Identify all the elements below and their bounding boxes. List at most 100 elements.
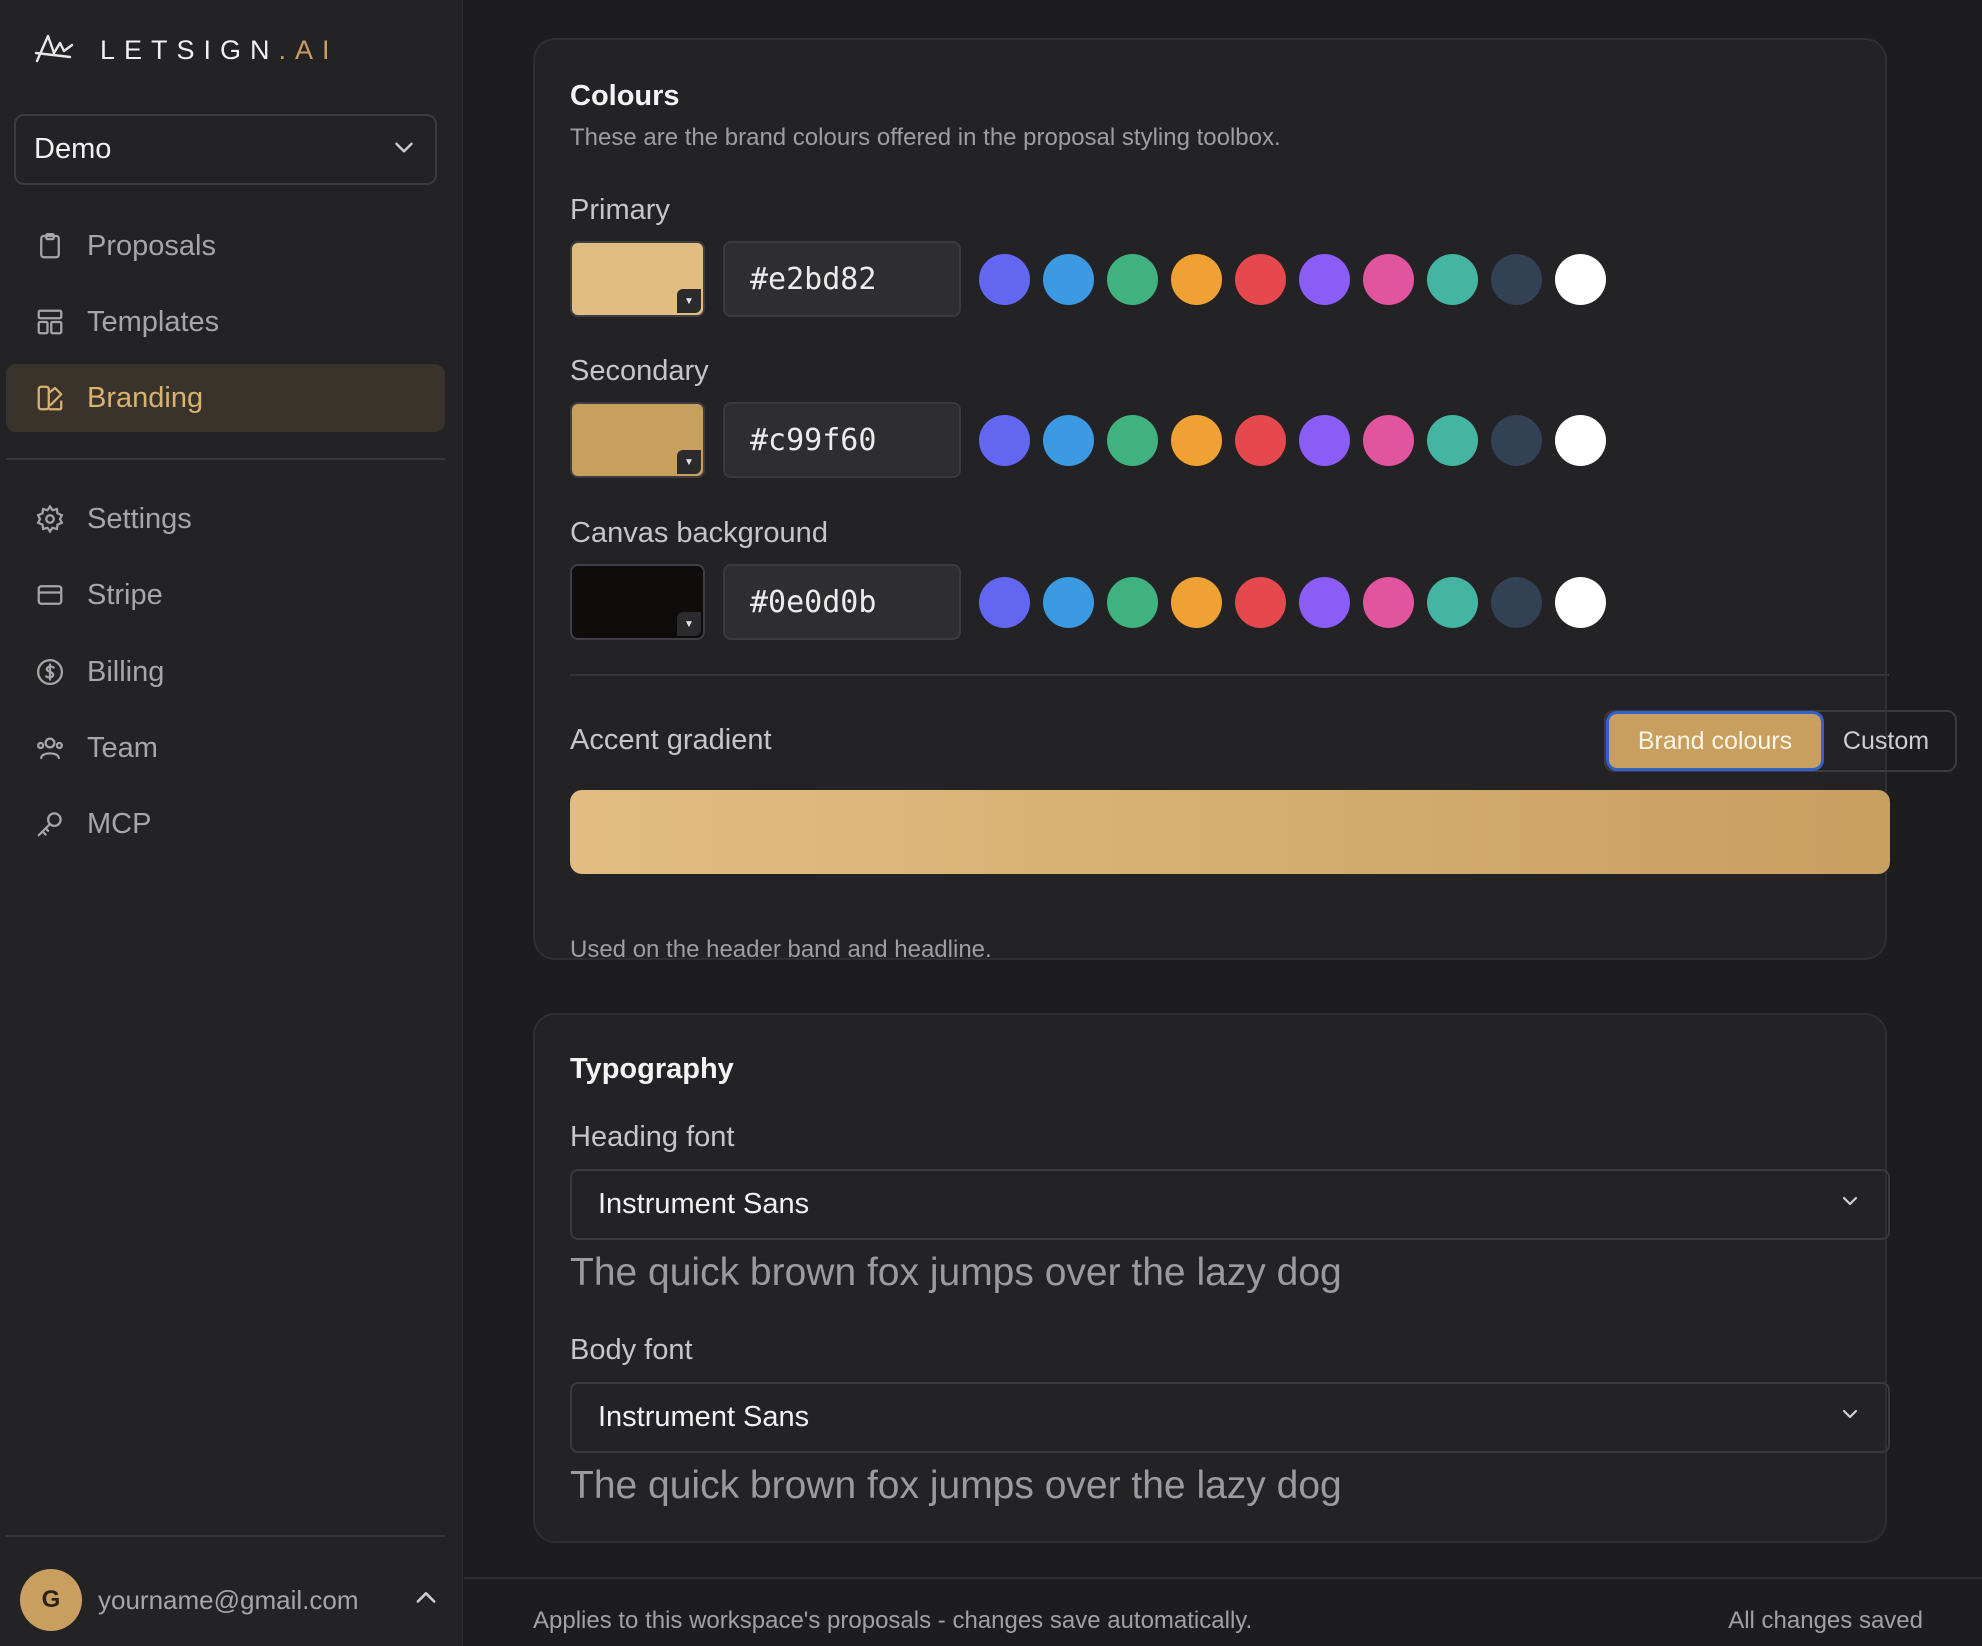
preset-colour-swatch[interactable] [979, 414, 1030, 466]
colours-title: Colours [570, 80, 680, 112]
preset-colour-swatch[interactable] [1235, 576, 1286, 628]
brand-colours-option[interactable]: Brand colours [1609, 714, 1821, 768]
secondary-label: Secondary [570, 355, 709, 387]
user-menu[interactable]: G yourname@gmail.com [20, 1568, 440, 1632]
accent-gradient-note: Used on the header band and headline. [570, 936, 992, 963]
preset-colour-swatch[interactable] [979, 253, 1030, 305]
avatar: G [20, 1569, 82, 1631]
primary-preset-swatches [979, 253, 1619, 305]
heading-font-preview: The quick brown fox jumps over the lazy … [570, 1251, 1342, 1294]
preset-colour-swatch[interactable] [1555, 253, 1606, 305]
preset-colour-swatch[interactable] [1107, 253, 1158, 305]
sidebar-item-label: Settings [87, 502, 192, 535]
chevron-up-icon [412, 1584, 440, 1617]
preset-colour-swatch[interactable] [1107, 414, 1158, 466]
divider [570, 674, 1889, 676]
palette-icon [33, 381, 67, 415]
preset-colour-swatch[interactable] [1043, 253, 1094, 305]
canvas-hex-input[interactable]: #0e0d0b [723, 564, 961, 640]
typography-title: Typography [570, 1053, 734, 1085]
gear-icon [33, 502, 67, 536]
preset-colour-swatch[interactable] [1299, 576, 1350, 628]
app: LETSIGN.AI Demo Proposals Templates Bran… [0, 0, 1982, 1646]
caret-down-icon: ▼ [677, 450, 701, 474]
accent-gradient-preview [570, 790, 1890, 874]
secondary-preset-swatches [979, 414, 1619, 466]
preset-colour-swatch[interactable] [979, 576, 1030, 628]
body-font-value: Instrument Sans [598, 1401, 810, 1433]
primary-colour-row: ▼ #e2bd82 [570, 241, 1619, 317]
footer-divider [464, 1577, 1982, 1579]
preset-colour-swatch[interactable] [1043, 576, 1094, 628]
sidebar: LETSIGN.AI Demo Proposals Templates Bran… [0, 0, 463, 1646]
workspace-select[interactable]: Demo [14, 114, 437, 185]
custom-option[interactable]: Custom [1821, 714, 1951, 768]
body-font-preview: The quick brown fox jumps over the lazy … [570, 1464, 1342, 1507]
accent-mode-toggle: Brand colours Custom [1604, 710, 1957, 772]
preset-colour-swatch[interactable] [1491, 253, 1542, 305]
logo[interactable]: LETSIGN.AI [34, 30, 339, 70]
preset-colour-swatch[interactable] [1491, 414, 1542, 466]
sidebar-item-templates[interactable]: Templates [6, 288, 445, 356]
preset-colour-swatch[interactable] [1363, 414, 1414, 466]
sidebar-item-stripe[interactable]: Stripe [6, 561, 445, 629]
caret-down-icon: ▼ [677, 612, 701, 636]
preset-colour-swatch[interactable] [1555, 576, 1606, 628]
sidebar-item-mcp[interactable]: MCP [6, 790, 445, 858]
canvas-background-label: Canvas background [570, 517, 828, 549]
primary-hex-input[interactable]: #e2bd82 [723, 241, 961, 317]
logo-text: LETSIGN.AI [100, 34, 339, 65]
preset-colour-swatch[interactable] [1555, 414, 1606, 466]
body-font-select[interactable]: Instrument Sans [570, 1382, 1890, 1453]
preset-colour-swatch[interactable] [1363, 576, 1414, 628]
clipboard-icon [33, 229, 67, 263]
secondary-hex-input[interactable]: #c99f60 [723, 402, 961, 478]
preset-colour-swatch[interactable] [1043, 414, 1094, 466]
caret-down-icon: ▼ [677, 289, 701, 313]
colours-subtitle: These are the brand colours offered in t… [570, 124, 1281, 151]
sidebar-item-team[interactable]: Team [6, 714, 445, 782]
preset-colour-swatch[interactable] [1235, 414, 1286, 466]
heading-font-label: Heading font [570, 1121, 735, 1153]
workspace-label: Demo [34, 133, 112, 165]
dollar-icon [33, 655, 67, 689]
preset-colour-swatch[interactable] [1171, 414, 1222, 466]
accent-gradient-label: Accent gradient [570, 724, 772, 756]
sidebar-item-label: Team [87, 731, 158, 764]
sidebar-item-settings[interactable]: Settings [6, 485, 445, 553]
sidebar-item-label: MCP [87, 807, 152, 840]
preset-colour-swatch[interactable] [1427, 414, 1478, 466]
body-font-label: Body font [570, 1334, 693, 1366]
chevron-down-icon [391, 134, 417, 165]
preset-colour-swatch[interactable] [1299, 253, 1350, 305]
heading-font-select[interactable]: Instrument Sans [570, 1169, 1890, 1240]
card-icon [33, 578, 67, 612]
preset-colour-swatch[interactable] [1427, 576, 1478, 628]
key-icon [33, 807, 67, 841]
sidebar-footer-divider [6, 1535, 445, 1537]
logo-signature-icon [34, 31, 74, 70]
canvas-colour-row: ▼ #0e0d0b [570, 564, 1619, 640]
preset-colour-swatch[interactable] [1491, 576, 1542, 628]
preset-colour-swatch[interactable] [1171, 576, 1222, 628]
sidebar-item-label: Proposals [87, 229, 216, 262]
primary-colour-picker[interactable]: ▼ [570, 241, 705, 317]
preset-colour-swatch[interactable] [1235, 253, 1286, 305]
footer-note: Applies to this workspace's proposals - … [533, 1607, 1253, 1634]
team-icon [33, 731, 67, 765]
sidebar-item-billing[interactable]: Billing [6, 638, 445, 706]
secondary-colour-picker[interactable]: ▼ [570, 402, 705, 478]
secondary-colour-row: ▼ #c99f60 [570, 402, 1619, 478]
canvas-colour-picker[interactable]: ▼ [570, 564, 705, 640]
preset-colour-swatch[interactable] [1171, 253, 1222, 305]
canvas-preset-swatches [979, 576, 1619, 628]
sidebar-item-proposals[interactable]: Proposals [6, 212, 445, 280]
preset-colour-swatch[interactable] [1427, 253, 1478, 305]
sidebar-item-label: Templates [87, 305, 220, 338]
sidebar-item-branding[interactable]: Branding [6, 364, 445, 432]
preset-colour-swatch[interactable] [1107, 576, 1158, 628]
preset-colour-swatch[interactable] [1363, 253, 1414, 305]
main-content: Colours These are the brand colours offe… [464, 0, 1982, 1646]
primary-label: Primary [570, 194, 670, 226]
preset-colour-swatch[interactable] [1299, 414, 1350, 466]
